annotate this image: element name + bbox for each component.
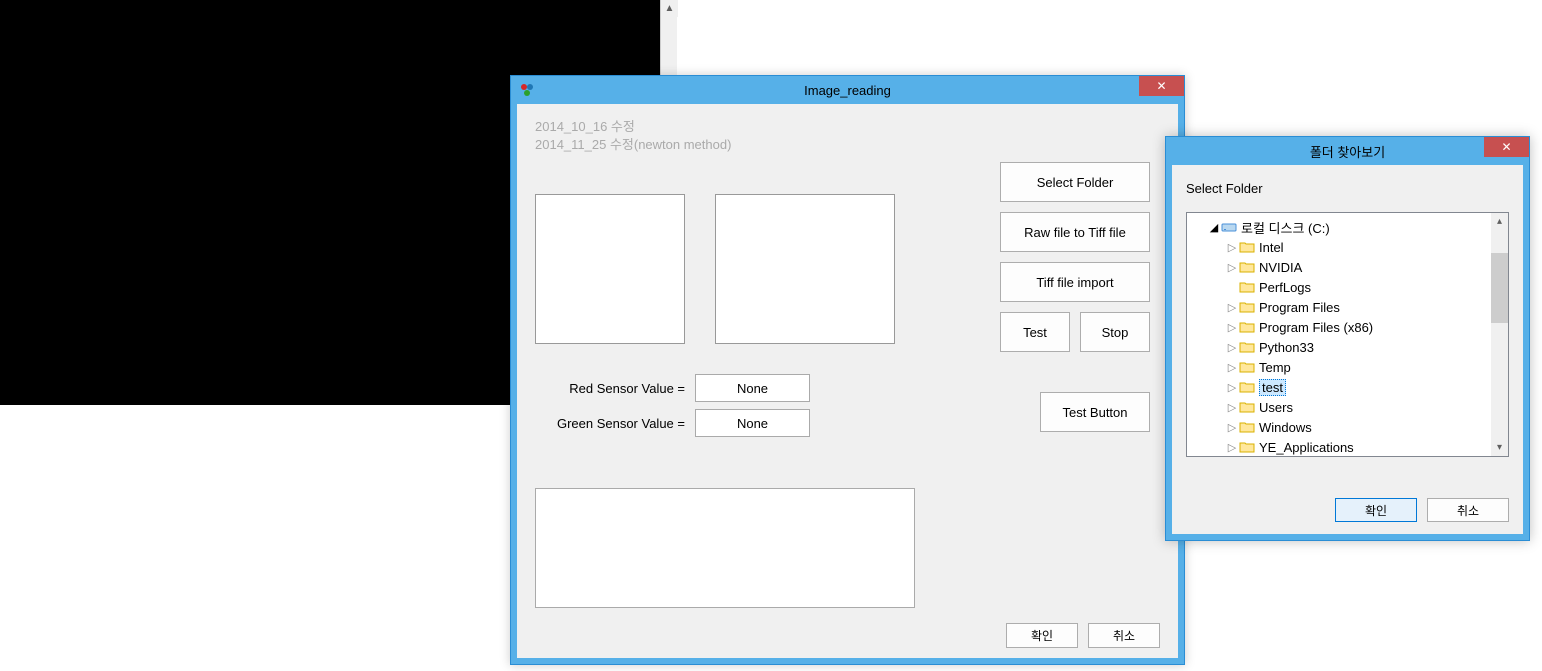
folder-icon — [1239, 240, 1255, 254]
expand-icon[interactable]: ▷ — [1225, 401, 1239, 414]
header-line-2: 2014_11_25 수정(newton method) — [535, 136, 1160, 154]
header-note: 2014_10_16 수정 2014_11_25 수정(newton metho… — [535, 118, 1160, 154]
folder-cancel-button[interactable]: 취소 — [1427, 498, 1509, 522]
scroll-down-icon[interactable]: ▾ — [1491, 439, 1508, 456]
expand-icon[interactable]: ▷ — [1225, 241, 1239, 254]
preview-row — [535, 194, 895, 344]
tree-root[interactable]: ◢ 로컬 디스크 (C:) — [1191, 217, 1504, 237]
tree-item-label: Program Files (x86) — [1259, 320, 1373, 335]
tree-item-temp[interactable]: ▷ Temp — [1191, 357, 1504, 377]
ok-button[interactable]: 확인 — [1006, 623, 1078, 648]
raw-to-tiff-button[interactable]: Raw file to Tiff file — [1000, 212, 1150, 252]
tree-item-python33[interactable]: ▷ Python33 — [1191, 337, 1504, 357]
tree-item-nvidia[interactable]: ▷ NVIDIA — [1191, 257, 1504, 277]
expand-icon[interactable]: ▷ — [1225, 421, 1239, 434]
image-reading-window: Image_reading ✕ 2014_10_16 수정 2014_11_25… — [510, 75, 1185, 665]
folder-icon — [1239, 380, 1255, 394]
close-button[interactable]: ✕ — [1139, 76, 1184, 96]
tree-item-label: test — [1259, 379, 1286, 396]
button-column: Select Folder Raw file to Tiff file Tiff… — [1000, 162, 1150, 432]
drive-icon — [1221, 220, 1237, 234]
folder-dialog-title: 폴더 찾아보기 — [1310, 142, 1385, 161]
green-sensor-label: Green Sensor Value = — [545, 416, 685, 431]
tree-item-program-files[interactable]: ▷ Program Files — [1191, 297, 1504, 317]
tree-item-windows[interactable]: ▷ Windows — [1191, 417, 1504, 437]
folder-dialog-titlebar[interactable]: 폴더 찾아보기 ✕ — [1166, 137, 1529, 165]
stop-button[interactable]: Stop — [1080, 312, 1150, 352]
preview-box-2 — [715, 194, 895, 344]
folder-dialog-close-button[interactable]: ✕ — [1484, 137, 1529, 157]
test-stop-row: Test Stop — [1000, 312, 1150, 352]
scroll-thumb[interactable] — [1491, 253, 1508, 323]
tree-item-ye-applications[interactable]: ▷ YE_Applications — [1191, 437, 1504, 457]
image-reading-body: 2014_10_16 수정 2014_11_25 수정(newton metho… — [511, 104, 1184, 664]
tiff-import-button[interactable]: Tiff file import — [1000, 262, 1150, 302]
expand-icon[interactable]: ▷ — [1225, 361, 1239, 374]
tree-item-label: Temp — [1259, 360, 1291, 375]
expand-icon[interactable]: ▷ — [1225, 301, 1239, 314]
expand-icon[interactable]: ▷ — [1225, 441, 1239, 454]
folder-icon — [1239, 440, 1255, 454]
folder-tree[interactable]: ◢ 로컬 디스크 (C:) ▷ Intel ▷ NVIDIA — [1186, 212, 1509, 457]
folder-icon — [1239, 300, 1255, 314]
folder-icon — [1239, 280, 1255, 294]
green-sensor-row: Green Sensor Value = None — [545, 409, 810, 437]
folder-dialog-body: Select Folder ◢ 로컬 디스크 (C:) ▷ Intel ▷ — [1166, 165, 1529, 540]
tree-scrollbar[interactable]: ▴ ▾ — [1491, 213, 1508, 456]
expand-icon[interactable]: ▷ — [1225, 321, 1239, 334]
folder-icon — [1239, 340, 1255, 354]
output-textbox[interactable] — [535, 488, 915, 608]
dialog-bottom-buttons: 확인 취소 — [1006, 623, 1160, 648]
folder-icon — [1239, 260, 1255, 274]
tree-item-label: PerfLogs — [1259, 280, 1311, 295]
folder-icon — [1239, 420, 1255, 434]
expand-icon[interactable]: ▷ — [1225, 381, 1239, 394]
red-sensor-value: None — [695, 374, 810, 402]
tree-item-label: Intel — [1259, 240, 1284, 255]
tree-item-program-files-x86[interactable]: ▷ Program Files (x86) — [1191, 317, 1504, 337]
scroll-up-icon[interactable]: ▲ — [661, 0, 678, 17]
tree-item-users[interactable]: ▷ Users — [1191, 397, 1504, 417]
folder-icon — [1239, 360, 1255, 374]
tree-root-label: 로컬 디스크 (C:) — [1241, 218, 1330, 237]
tree-list: ◢ 로컬 디스크 (C:) ▷ Intel ▷ NVIDIA — [1187, 213, 1508, 457]
tree-item-label: Program Files — [1259, 300, 1340, 315]
header-line-1: 2014_10_16 수정 — [535, 118, 1160, 136]
expand-icon[interactable]: ▷ — [1225, 261, 1239, 274]
folder-dialog-buttons: 확인 취소 — [1335, 498, 1509, 522]
folder-browse-dialog: 폴더 찾아보기 ✕ Select Folder ◢ 로컬 디스크 (C:) ▷ … — [1165, 136, 1530, 541]
tree-item-test[interactable]: ▷ test — [1191, 377, 1504, 397]
close-icon: ✕ — [1501, 140, 1511, 154]
tree-item-label: Python33 — [1259, 340, 1314, 355]
folder-ok-button[interactable]: 확인 — [1335, 498, 1417, 522]
green-sensor-value: None — [695, 409, 810, 437]
select-folder-button[interactable]: Select Folder — [1000, 162, 1150, 202]
tree-item-label: Users — [1259, 400, 1293, 415]
cancel-button[interactable]: 취소 — [1088, 623, 1160, 648]
red-sensor-label: Red Sensor Value = — [545, 381, 685, 396]
tree-item-label: Windows — [1259, 420, 1312, 435]
folder-icon — [1239, 320, 1255, 334]
collapse-icon[interactable]: ◢ — [1207, 221, 1221, 234]
preview-box-1 — [535, 194, 685, 344]
image-reading-title: Image_reading — [804, 83, 891, 98]
red-sensor-row: Red Sensor Value = None — [545, 374, 810, 402]
tree-item-perflogs[interactable]: ▷ PerfLogs — [1191, 277, 1504, 297]
tree-item-intel[interactable]: ▷ Intel — [1191, 237, 1504, 257]
test-button[interactable]: Test — [1000, 312, 1070, 352]
close-icon: ✕ — [1156, 79, 1166, 93]
folder-icon — [1239, 400, 1255, 414]
expand-icon[interactable]: ▷ — [1225, 341, 1239, 354]
test-button-2[interactable]: Test Button — [1040, 392, 1150, 432]
console-scrollbar[interactable]: ▲ — [660, 0, 677, 75]
app-icon — [519, 82, 535, 98]
folder-dialog-label: Select Folder — [1186, 181, 1509, 196]
image-reading-titlebar[interactable]: Image_reading ✕ — [511, 76, 1184, 104]
tree-item-label: YE_Applications — [1259, 440, 1354, 455]
scroll-up-icon[interactable]: ▴ — [1491, 213, 1508, 230]
tree-item-label: NVIDIA — [1259, 260, 1302, 275]
